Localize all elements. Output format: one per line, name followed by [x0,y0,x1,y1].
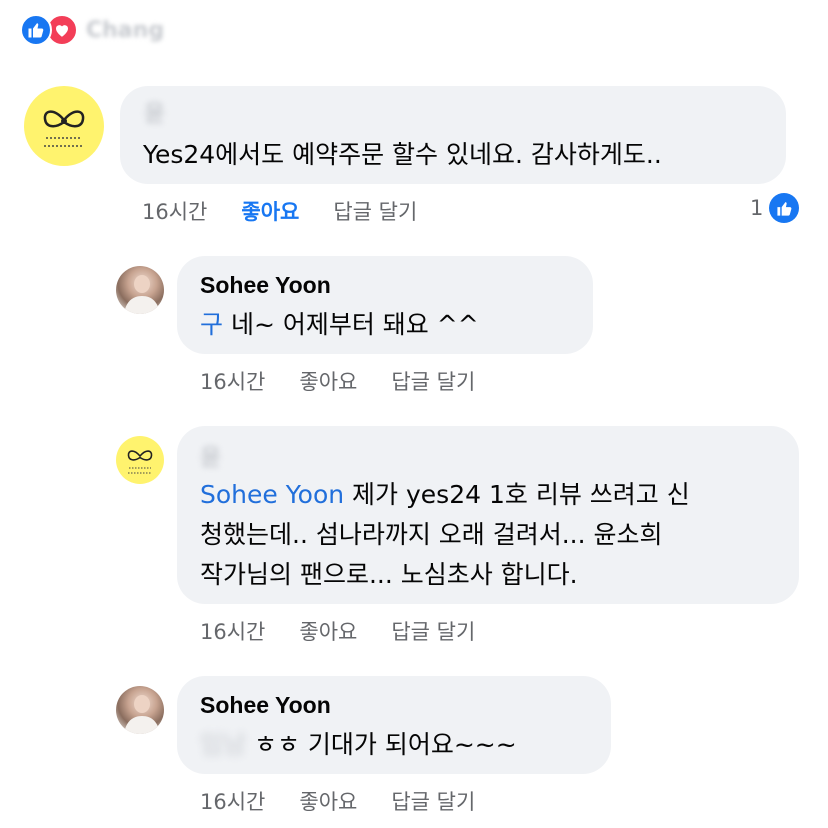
reaction-count[interactable]: 1 [750,193,800,223]
comment-text: Yes24에서도 예약주문 할수 있네요. 감사하게도.. [143,140,662,169]
mention-link[interactable]: Sohee Yoon [200,480,344,509]
comment-text: 임남 ㅎㅎ 기대가 되어요~~~ [200,725,517,765]
comment-body: ㅎㅎ 기대가 되어요~~~ [246,730,517,759]
reply-button[interactable]: 답글 달기 [391,786,475,816]
reply-button[interactable]: 답글 달기 [333,196,417,226]
comment-author[interactable]: 윤 [144,94,165,128]
reaction-summary[interactable]: Chang [20,10,164,50]
mention-link[interactable]: 구 [200,310,223,339]
comment-author[interactable]: Sohee Yoon [200,692,331,719]
yellow-bow-avatar[interactable] [116,436,164,484]
comment-line: 제가 yes24 1호 리뷰 쓰려고 신 [344,480,690,509]
comment-author[interactable]: Sohee Yoon [200,272,331,299]
like-button[interactable]: 좋아요 [299,616,357,646]
comment-text: 구 네~ 어제부터 돼요 ^^ [200,305,479,345]
comment-time[interactable]: 16시간 [200,786,265,816]
like-button[interactable]: 좋아요 [299,786,357,816]
reaction-count-value: 1 [750,196,764,220]
comment-time[interactable]: 16시간 [142,196,207,226]
comment-body: 네~ 어제부터 돼요 ^^ [223,310,479,339]
profile-photo-avatar[interactable] [116,266,164,314]
reply-button[interactable]: 답글 달기 [391,366,475,396]
profile-photo-avatar[interactable] [116,686,164,734]
like-reaction-icon [769,193,800,223]
yellow-bow-avatar[interactable] [24,86,104,166]
reply-button[interactable]: 답글 달기 [391,616,475,646]
like-button[interactable]: 좋아요 [299,366,357,396]
comment-text: Sohee Yoon 제가 yes24 1호 리뷰 쓰려고 신 [200,475,690,515]
comment-line: 청했는데.. 섬나라까지 오래 걸려서... 윤소희 [200,520,663,549]
comment-time[interactable]: 16시간 [200,616,265,646]
comment-actions: 16시간 좋아요 답글 달기 [200,616,509,646]
comment-time[interactable]: 16시간 [200,366,265,396]
comment-author[interactable]: 윤 [200,438,221,472]
comment-actions: 16시간 좋아요 답글 달기 [200,366,509,396]
mention-link[interactable]: 임남 [200,730,246,759]
like-button[interactable]: 좋아요 [241,196,299,226]
reaction-names: Chang [86,17,165,43]
comment-line: 작가님의 팬으로... 노심초사 합니다. [200,560,578,589]
comment-actions: 16시간 좋아요 답글 달기 [142,196,451,226]
comment-actions: 16시간 좋아요 답글 달기 [200,786,509,816]
like-reaction-icon [20,14,52,46]
